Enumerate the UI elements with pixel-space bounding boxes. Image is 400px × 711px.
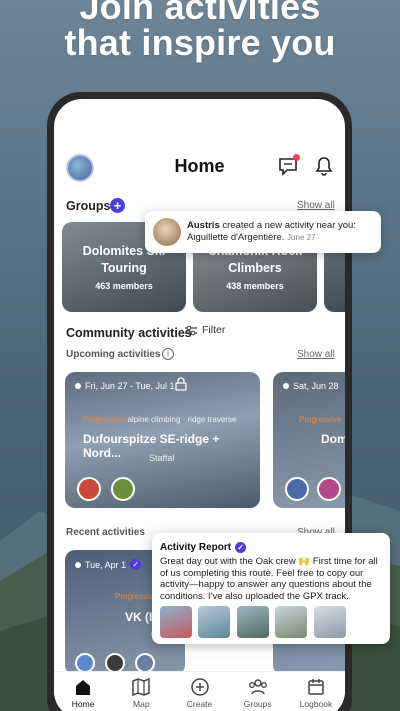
report-photo[interactable] xyxy=(160,606,192,638)
lock-icon xyxy=(175,377,187,396)
activity-tag: Progressive xyxy=(299,415,342,424)
participant-avatar xyxy=(317,477,341,501)
activity-card[interactable]: Sat, Jun 28 Progressive Dom xyxy=(273,372,345,508)
groups-show-all[interactable]: Show all xyxy=(297,200,335,211)
upcoming-show-all[interactable]: Show all xyxy=(297,349,335,360)
activity-name: Dom xyxy=(321,432,345,446)
report-photo[interactable] xyxy=(313,606,346,638)
verified-icon: ✓ xyxy=(130,559,142,570)
plus-circle-icon xyxy=(190,678,209,696)
group-members: 463 members xyxy=(95,281,153,291)
report-photos xyxy=(160,606,382,643)
activity-name: VK (I xyxy=(125,610,153,624)
info-icon[interactable]: i xyxy=(162,348,174,360)
bottom-nav: Home Map Create Groups Logbook xyxy=(54,671,345,711)
notification-dot xyxy=(293,154,300,161)
nav-create[interactable]: Create xyxy=(170,672,228,711)
activity-card[interactable]: Fri, Jun 27 - Tue, Jul 1 Progressive alp… xyxy=(65,372,260,508)
notification-text: Austris created a new activity near you:… xyxy=(187,220,356,243)
map-icon xyxy=(132,677,151,697)
participant-avatar xyxy=(105,653,125,673)
filter-label: Filter xyxy=(202,324,226,336)
participant-avatar xyxy=(111,477,135,501)
activity-tag: Progressive xyxy=(115,592,158,601)
activity-notification[interactable]: Austris created a new activity near you:… xyxy=(145,211,381,253)
groups-icon xyxy=(248,679,267,695)
activity-date: Tue, Apr 1 ✓ xyxy=(75,559,142,570)
participant-avatar xyxy=(135,653,155,673)
nav-groups[interactable]: Groups xyxy=(229,672,287,711)
notification-avatar xyxy=(153,218,181,246)
activity-date: Fri, Jun 27 - Tue, Jul 1 xyxy=(75,381,175,391)
upcoming-heading: Upcoming activities xyxy=(66,349,161,360)
nav-logbook[interactable]: Logbook xyxy=(287,672,345,711)
activity-report-popup[interactable]: Activity Report ✓ Great day out with the… xyxy=(152,533,390,644)
report-photo[interactable] xyxy=(198,606,231,638)
page-title: Home xyxy=(174,156,225,176)
participant-avatar xyxy=(75,653,95,673)
add-group-icon[interactable]: + xyxy=(110,198,125,213)
nav-home[interactable]: Home xyxy=(54,672,112,711)
sliders-icon xyxy=(185,325,197,335)
activity-tag: Progressive alpine climbing · ridge trav… xyxy=(83,415,237,424)
report-photo[interactable] xyxy=(236,606,269,638)
home-icon xyxy=(76,680,91,695)
activity-date: Sat, Jun 28 xyxy=(283,381,339,391)
filter-button[interactable]: Filter xyxy=(185,324,225,336)
chat-icon[interactable] xyxy=(278,154,300,181)
hero-line-2: that inspire you xyxy=(64,22,336,63)
group-members: 438 members xyxy=(226,281,284,291)
community-heading: Community activities xyxy=(66,326,192,340)
calendar-icon xyxy=(308,679,324,695)
report-photo[interactable] xyxy=(275,606,308,638)
groups-heading: Groups xyxy=(66,199,111,213)
verified-icon: ✓ xyxy=(235,542,247,553)
report-title: Activity Report ✓ xyxy=(160,542,382,553)
report-text: Great day out with the Oak crew 🙌 First … xyxy=(160,556,378,602)
nav-map[interactable]: Map xyxy=(112,672,170,711)
participant-avatar xyxy=(285,477,309,501)
participant-avatar xyxy=(77,477,101,501)
activity-location: Staffal xyxy=(149,453,175,463)
bell-icon[interactable] xyxy=(315,156,333,181)
recent-heading: Recent activities xyxy=(66,527,145,538)
